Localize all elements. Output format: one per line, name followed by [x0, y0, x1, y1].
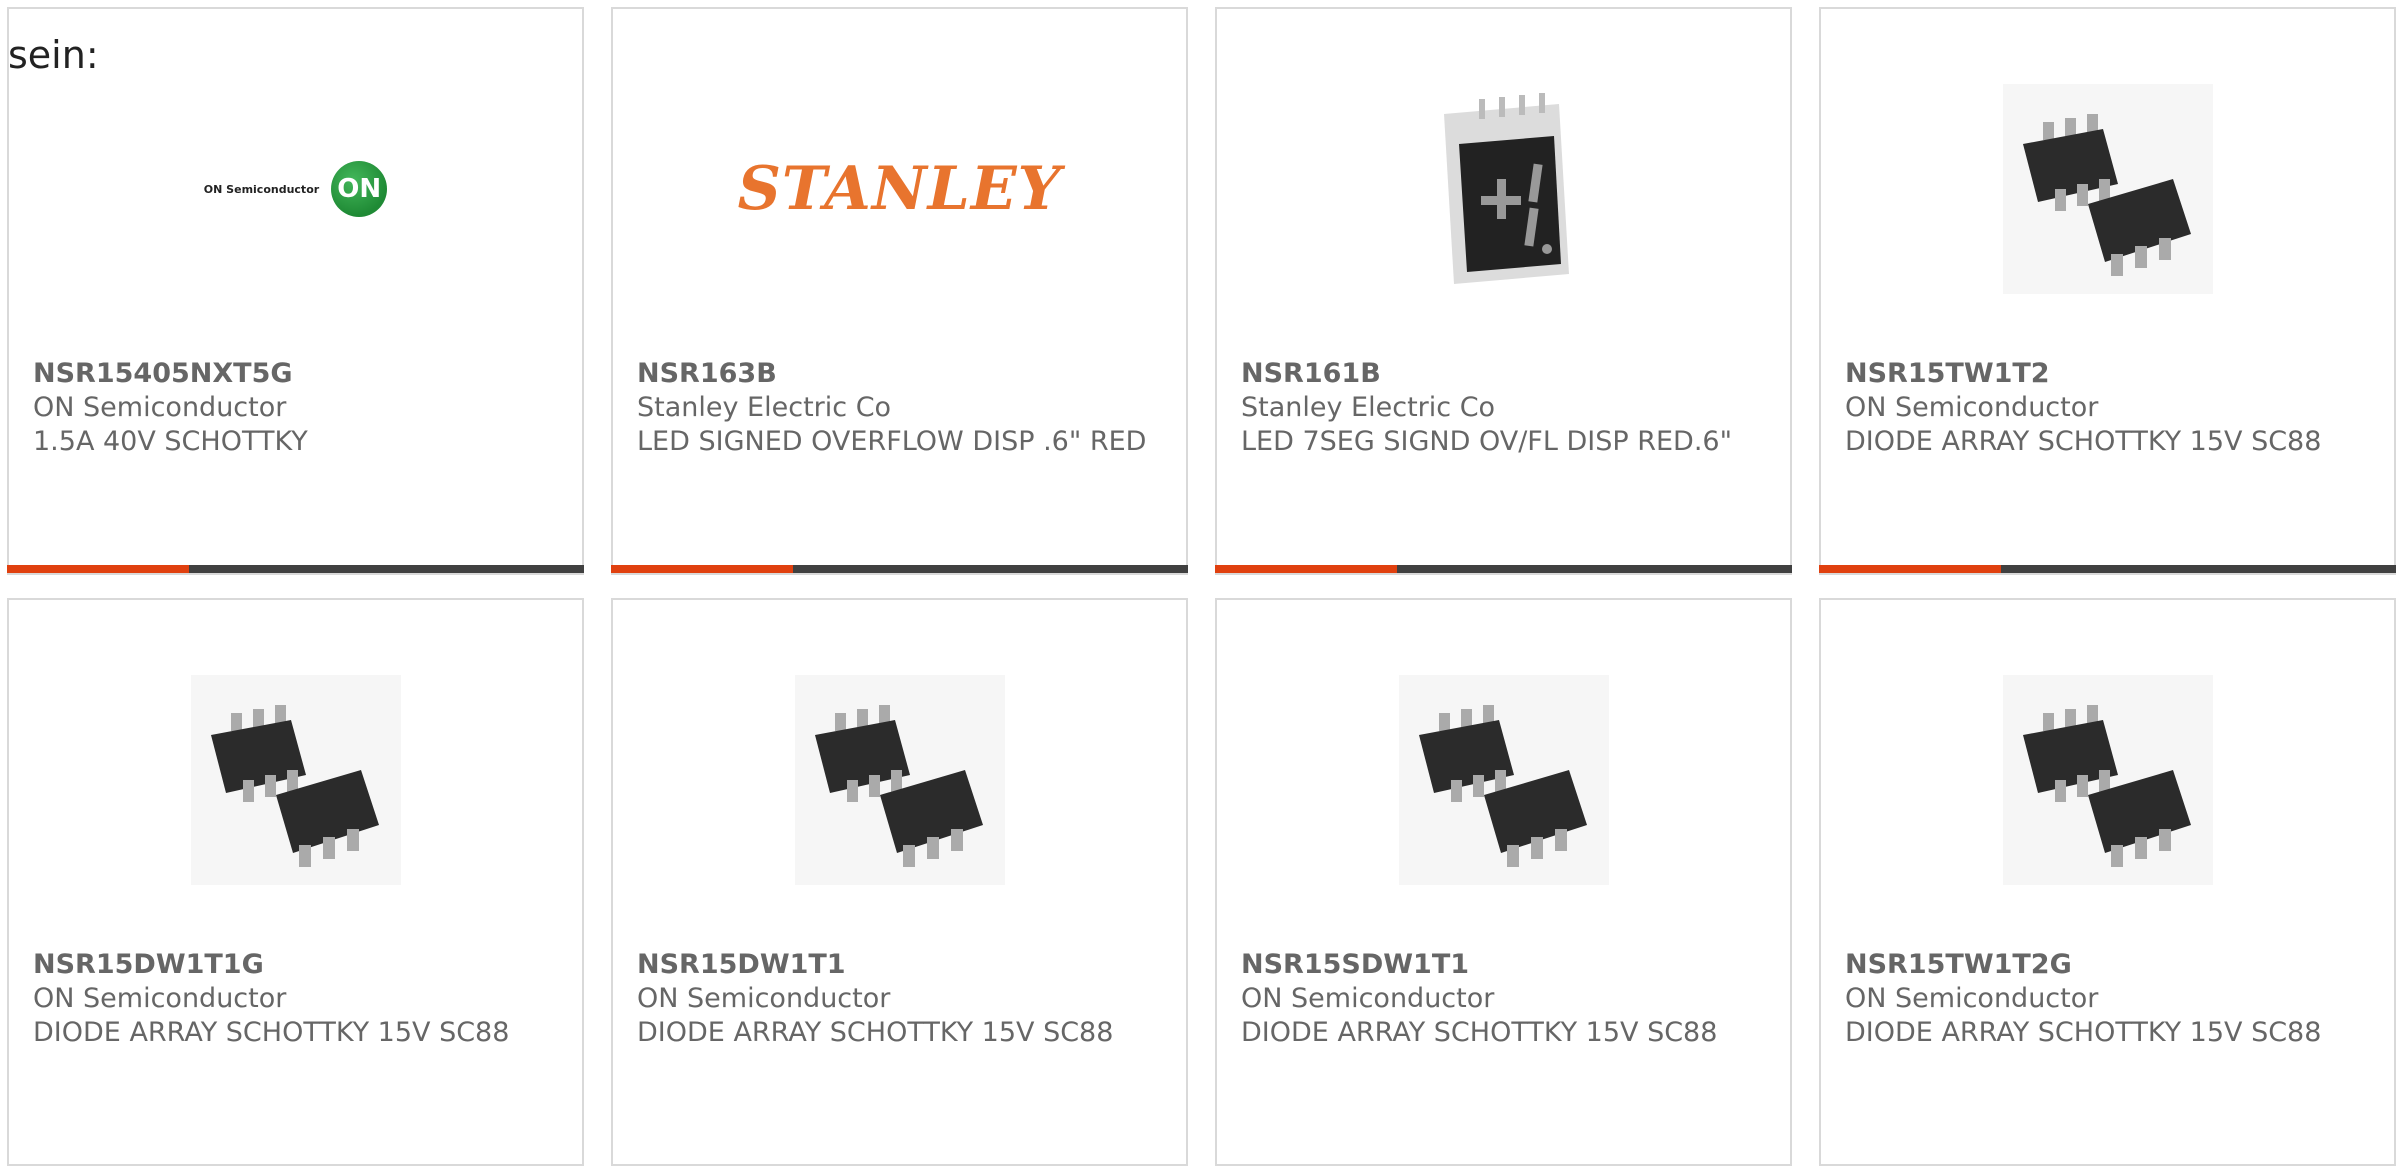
product-card[interactable]: NSR15TW1T2G ON Semiconductor DIODE ARRAY… — [1819, 598, 2396, 1166]
manufacturer: ON Semiconductor — [33, 392, 287, 423]
on-semiconductor-logo: ON Semiconductor ON — [203, 161, 388, 217]
part-number[interactable]: NSR15SDW1T1 — [1241, 948, 1766, 982]
description: LED 7SEG SIGND OV/FL DISP RED.6" — [1241, 426, 1732, 457]
product-image[interactable]: STANLEY — [613, 79, 1186, 299]
product-card[interactable]: NSR161B Stanley Electric Co LED 7SEG SIG… — [1215, 7, 1792, 575]
part-number[interactable]: NSR15DW1T1 — [637, 948, 1162, 982]
logo-text: ON Semiconductor — [203, 182, 320, 196]
product-info: NSR15DW1T1 ON Semiconductor DIODE ARRAY … — [637, 948, 1162, 1050]
part-number[interactable]: NSR15405NXT5G — [33, 357, 558, 391]
description: DIODE ARRAY SCHOTTKY 15V SC88 — [637, 1017, 1114, 1048]
product-info: NSR15TW1T2 ON Semiconductor DIODE ARRAY … — [1845, 357, 2370, 459]
accent-bar — [1819, 565, 2001, 573]
part-number[interactable]: NSR15TW1T2 — [1845, 357, 2370, 391]
product-card[interactable]: NSR15DW1T1 ON Semiconductor DIODE ARRAY … — [611, 598, 1188, 1166]
description: 1.5A 40V SCHOTTKY — [33, 426, 308, 457]
manufacturer: Stanley Electric Co — [637, 392, 892, 423]
part-number[interactable]: NSR161B — [1241, 357, 1766, 391]
description: LED SIGNED OVERFLOW DISP .6" RED — [637, 426, 1147, 457]
description: DIODE ARRAY SCHOTTKY 15V SC88 — [1241, 1017, 1718, 1048]
card-bottom-bar — [1819, 565, 2396, 573]
product-info: NSR163B Stanley Electric Co LED SIGNED O… — [637, 357, 1162, 459]
sc88-chip-photo — [794, 675, 1005, 885]
manufacturer: ON Semiconductor — [1241, 983, 1495, 1014]
sc88-chip-photo — [1398, 675, 1609, 885]
product-card[interactable]: NSR15TW1T2 ON Semiconductor DIODE ARRAY … — [1819, 7, 2396, 575]
manufacturer: ON Semiconductor — [1845, 392, 2099, 423]
product-info: NSR15405NXT5G ON Semiconductor 1.5A 40V … — [33, 357, 558, 459]
product-info: NSR15SDW1T1 ON Semiconductor DIODE ARRAY… — [1241, 948, 1766, 1050]
product-card[interactable]: STANLEY NSR163B Stanley Electric Co LED … — [611, 7, 1188, 575]
description: DIODE ARRAY SCHOTTKY 15V SC88 — [1845, 1017, 2322, 1048]
part-number[interactable]: NSR163B — [637, 357, 1162, 391]
sc88-chip-photo — [190, 675, 401, 885]
product-card[interactable]: NSR15DW1T1G ON Semiconductor DIODE ARRAY… — [7, 598, 584, 1166]
product-grid: ON Semiconductor ON NSR15405NXT5G ON Sem… — [0, 0, 2400, 1166]
logo-badge: ON — [331, 161, 388, 217]
product-image[interactable] — [613, 670, 1186, 890]
product-card[interactable]: ON Semiconductor ON NSR15405NXT5G ON Sem… — [7, 7, 584, 575]
product-info: NSR161B Stanley Electric Co LED 7SEG SIG… — [1241, 357, 1766, 459]
product-image[interactable] — [9, 670, 582, 890]
part-number[interactable]: NSR15TW1T2G — [1845, 948, 2370, 982]
manufacturer: ON Semiconductor — [1845, 983, 2099, 1014]
card-bottom-bar — [611, 565, 1188, 573]
product-info: NSR15TW1T2G ON Semiconductor DIODE ARRAY… — [1845, 948, 2370, 1050]
sc88-chip-photo — [2002, 675, 2213, 885]
product-image[interactable] — [1821, 79, 2394, 299]
description: DIODE ARRAY SCHOTTKY 15V SC88 — [1845, 426, 2322, 457]
product-image[interactable]: ON Semiconductor ON — [9, 79, 582, 299]
product-image[interactable] — [1217, 79, 1790, 299]
product-image[interactable] — [1821, 670, 2394, 890]
card-bottom-bar — [7, 565, 584, 573]
accent-bar — [611, 565, 793, 573]
product-card[interactable]: NSR15SDW1T1 ON Semiconductor DIODE ARRAY… — [1215, 598, 1792, 1166]
seven-segment-display-photo — [1443, 93, 1569, 284]
product-image[interactable] — [1217, 670, 1790, 890]
manufacturer: ON Semiconductor — [33, 983, 287, 1014]
accent-bar — [7, 565, 189, 573]
intro-text: sein: — [8, 33, 99, 77]
card-bottom-bar — [1215, 565, 1792, 573]
description: DIODE ARRAY SCHOTTKY 15V SC88 — [33, 1017, 510, 1048]
part-number[interactable]: NSR15DW1T1G — [33, 948, 558, 982]
stanley-logo: STANLEY — [737, 154, 1062, 224]
manufacturer: ON Semiconductor — [637, 983, 891, 1014]
manufacturer: Stanley Electric Co — [1241, 392, 1496, 423]
product-info: NSR15DW1T1G ON Semiconductor DIODE ARRAY… — [33, 948, 558, 1050]
sc88-chip-photo — [2002, 84, 2213, 294]
accent-bar — [1215, 565, 1397, 573]
